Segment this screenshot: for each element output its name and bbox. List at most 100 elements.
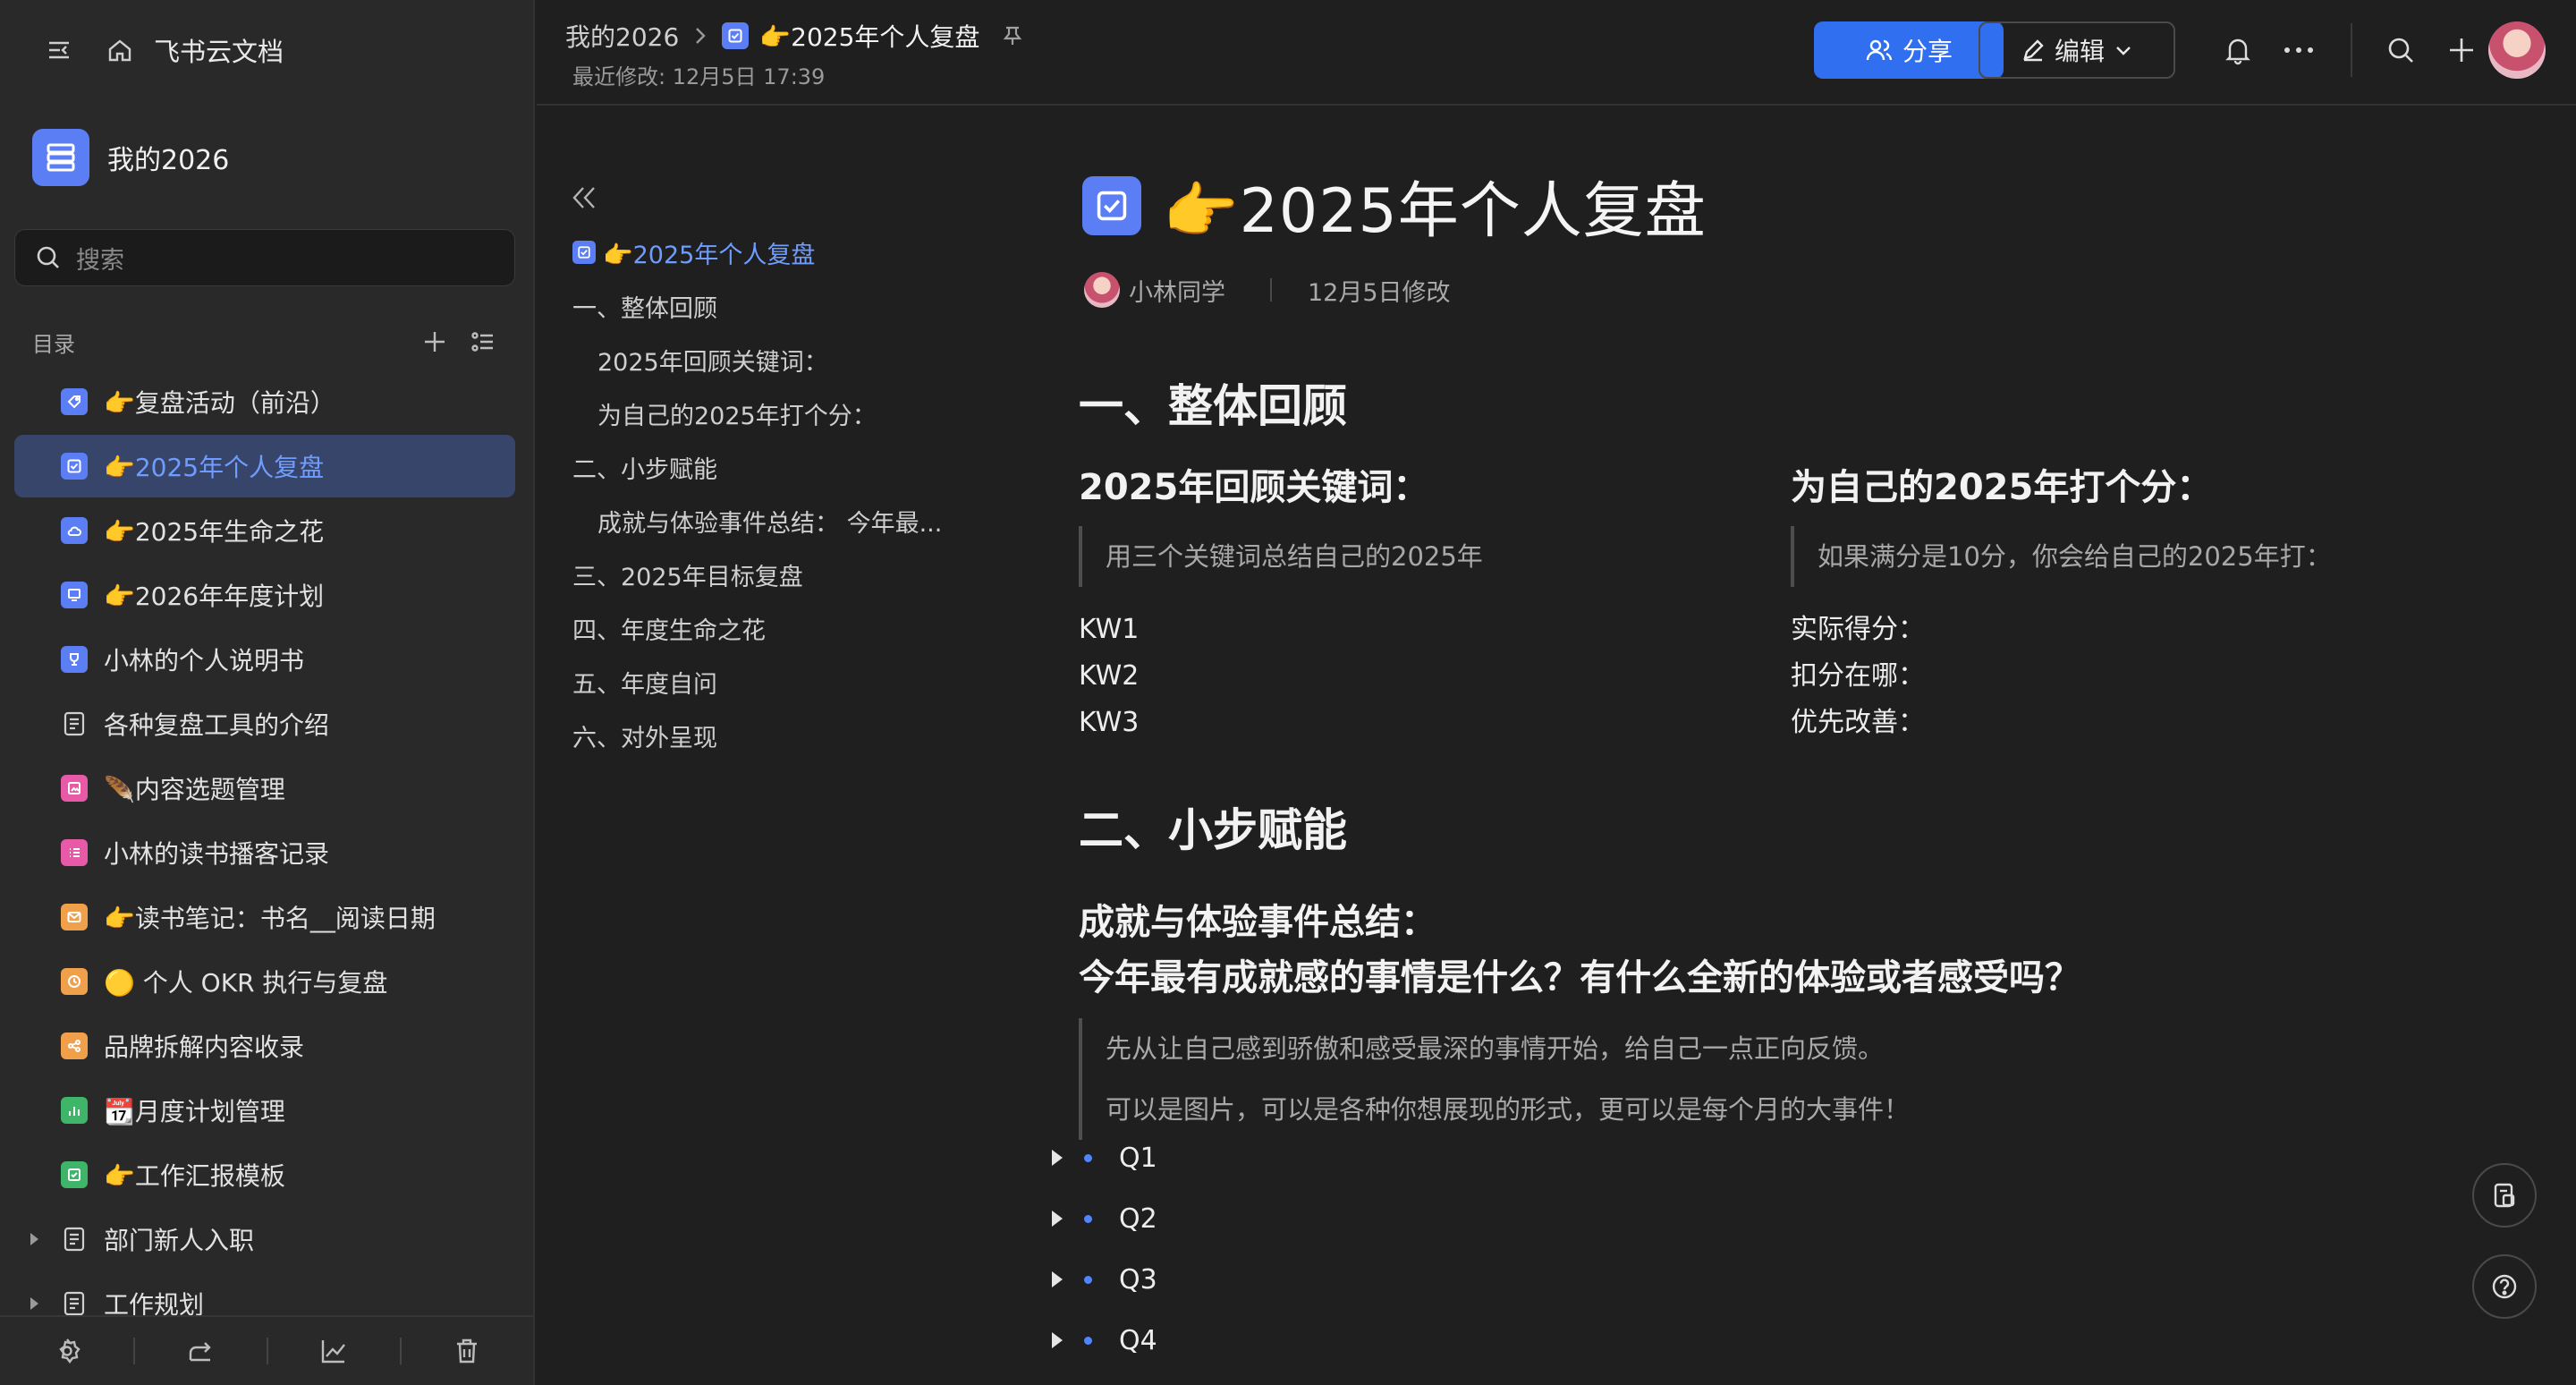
expand-triangle-icon[interactable] xyxy=(1052,1211,1063,1227)
page-title[interactable]: 👉2025年个人复盘 xyxy=(1163,161,1707,250)
more-icon[interactable] xyxy=(2277,29,2320,72)
search-placeholder: 搜索 xyxy=(76,246,124,275)
tree-item-reading-notes[interactable]: 👉读书笔记：书名__阅读日期 xyxy=(14,886,515,948)
analytics-icon[interactable] xyxy=(267,1316,400,1385)
settings-icon[interactable] xyxy=(0,1316,133,1385)
toc-label: 目录 xyxy=(32,331,75,357)
tree-item-2026-plan[interactable]: 👉2026年年度计划 xyxy=(14,564,515,626)
chevron-right-icon xyxy=(693,26,708,46)
achievement-hint-quote[interactable]: 先从让自己感到骄傲和感受最深的事情开始，给自己一点正向反馈。 可以是图片，可以是… xyxy=(1079,1018,2152,1140)
author-avatar[interactable] xyxy=(1084,272,1120,308)
help-icon[interactable] xyxy=(2472,1254,2537,1319)
expand-arrow-icon[interactable] xyxy=(30,1297,38,1310)
tree-item-work-report[interactable]: 👉工作汇报模板 xyxy=(14,1143,515,1206)
home-icon[interactable] xyxy=(100,30,140,70)
tree-item-label: 小林的读书播客记录 xyxy=(104,839,330,869)
breadcrumb-root[interactable]: 我的2026 xyxy=(565,18,679,54)
expand-triangle-icon[interactable] xyxy=(1052,1332,1063,1348)
tree-item-review-tools[interactable]: 各种复盘工具的介绍 xyxy=(14,692,515,755)
tree-item-label: 部门新人入职 xyxy=(104,1226,255,1255)
outline-item-achievements[interactable]: 成就与体验事件总结： 今年最... xyxy=(572,494,942,548)
score-line: 优先改善： xyxy=(1791,707,1925,738)
tree-item-content-topics[interactable]: 🪶内容选题管理 xyxy=(14,757,515,820)
tree-item-2025-review[interactable]: 👉2025年个人复盘 xyxy=(14,435,515,497)
outline-list: 👉2025年个人复盘 一、整体回顾 2025年回顾关键词： 为自己的2025年打… xyxy=(572,225,942,762)
outline-item-score[interactable]: 为自己的2025年打个分： xyxy=(572,387,942,440)
tree-item-okr[interactable]: 🟡 个人 OKR 执行与复盘 xyxy=(14,950,515,1013)
share-button[interactable]: 分享 xyxy=(1814,21,2004,79)
tree-item-flower-of-life[interactable]: 👉2025年生命之花 xyxy=(14,499,515,562)
heading-achievements[interactable]: 成就与体验事件总结： 今年最有成就感的事情是什么？有什么全新的体验或者感受吗？ xyxy=(1079,895,2080,1006)
toolbar-divider xyxy=(2351,23,2352,77)
tree-item-work-planning[interactable]: 工作规划 xyxy=(14,1272,515,1315)
image-board-icon xyxy=(61,775,88,802)
score-hint: 如果满分是10分，你会给自己的2025年打： xyxy=(1818,541,2332,572)
heading-small-steps[interactable]: 二、小步赋能 xyxy=(1079,794,1347,859)
outline-item-goal-review[interactable]: 三、2025年目标复盘 xyxy=(572,548,942,601)
outline-item-self-questions[interactable]: 五、年度自问 xyxy=(572,655,942,709)
collapse-outline-icon[interactable] xyxy=(569,184,599,211)
outline-item-overall-review[interactable]: 一、整体回顾 xyxy=(572,279,942,333)
outline-item-label: 为自己的2025年打个分： xyxy=(597,402,877,430)
collapse-sidebar-icon[interactable] xyxy=(39,30,79,70)
score-line: 扣分在哪： xyxy=(1791,660,1925,692)
tree-item-reading-podcast[interactable]: 小林的读书播客记录 xyxy=(14,821,515,884)
list-view-icon[interactable] xyxy=(465,324,501,360)
score-hint-quote[interactable]: 如果满分是10分，你会给自己的2025年打： xyxy=(1791,526,2453,587)
user-avatar[interactable] xyxy=(2488,21,2546,79)
outline-item-small-steps[interactable]: 二、小步赋能 xyxy=(572,440,942,494)
breadcrumb-current[interactable]: 👉2025年个人复盘 xyxy=(759,18,979,54)
keywords-hint-quote[interactable]: 用三个关键词总结自己的2025年 xyxy=(1079,526,1758,587)
quarter-item-q1[interactable]: Q1 xyxy=(1052,1127,1157,1188)
monitor-icon xyxy=(61,582,88,608)
outline-item-title[interactable]: 👉2025年个人复盘 xyxy=(572,225,942,279)
search-input[interactable]: 搜索 xyxy=(14,229,515,286)
bullet-dot xyxy=(1084,1214,1092,1223)
doc-meta: 小林同学 12月5日修改 xyxy=(1084,272,1451,308)
keywords-list[interactable]: KW1 KW2 KW3 xyxy=(1079,607,1139,746)
quarter-item-q4[interactable]: Q4 xyxy=(1052,1310,1157,1371)
tree-item-onboarding[interactable]: 部门新人入职 xyxy=(14,1208,515,1270)
expand-triangle-icon[interactable] xyxy=(1052,1150,1063,1166)
heading-keywords[interactable]: 2025年回顾关键词： xyxy=(1079,460,1428,515)
expand-triangle-icon[interactable] xyxy=(1052,1271,1063,1287)
tree-item-review-activity[interactable]: 👉复盘活动（前沿） xyxy=(14,370,515,433)
cloud-icon xyxy=(61,517,88,544)
checkbox-icon[interactable] xyxy=(1082,175,1141,235)
mail-icon xyxy=(61,904,88,930)
search-icon[interactable] xyxy=(2379,29,2422,72)
add-page-icon[interactable] xyxy=(417,324,453,360)
keyword-item: KW3 xyxy=(1079,707,1140,738)
expand-arrow-icon[interactable] xyxy=(30,1233,38,1245)
tree-item-monthly-plan[interactable]: 📆月度计划管理 xyxy=(14,1079,515,1142)
achievement-title-line2: 今年最有成就感的事情是什么？有什么全新的体验或者感受吗？ xyxy=(1079,957,2080,998)
score-list[interactable]: 实际得分： 扣分在哪： 优先改善： xyxy=(1791,607,1925,746)
doc-info-icon[interactable] xyxy=(2472,1163,2537,1228)
app-name[interactable]: 飞书云文档 xyxy=(154,31,284,69)
heading-overall-review[interactable]: 一、整体回顾 xyxy=(1079,370,1347,435)
tree-item-label: 👉2025年个人复盘 xyxy=(104,453,325,482)
trash-icon[interactable] xyxy=(400,1316,533,1385)
author-name[interactable]: 小林同学 xyxy=(1129,273,1225,308)
outline-item-flower-of-life[interactable]: 四、年度生命之花 xyxy=(572,601,942,655)
bell-icon[interactable] xyxy=(2216,29,2259,72)
outline-item-presentation[interactable]: 六、对外呈现 xyxy=(572,709,942,762)
quarter-label: Q2 xyxy=(1119,1202,1157,1235)
outline-item-keywords[interactable]: 2025年回顾关键词： xyxy=(572,333,942,387)
document-body: 👉2025年个人复盘 小林同学 12月5日修改 一、整体回顾 2025年回顾关键… xyxy=(1052,107,2456,1385)
edit-button[interactable]: 编辑 xyxy=(1979,21,2175,79)
workspace-header[interactable]: 我的2026 xyxy=(32,129,229,186)
keyword-item: KW1 xyxy=(1079,614,1140,645)
pin-icon[interactable] xyxy=(1001,24,1024,47)
quarter-item-q3[interactable]: Q3 xyxy=(1052,1249,1157,1310)
quarter-list: Q1 Q2 Q3 Q4 xyxy=(1052,1127,1157,1371)
tree-item-personal-manual[interactable]: 小林的个人说明书 xyxy=(14,628,515,691)
tree-item-brand-analysis[interactable]: 品牌拆解内容收录 xyxy=(14,1015,515,1077)
plus-icon[interactable] xyxy=(2440,29,2483,72)
tree-item-label: 📆月度计划管理 xyxy=(104,1097,285,1126)
quarter-item-q2[interactable]: Q2 xyxy=(1052,1188,1157,1249)
heading-score[interactable]: 为自己的2025年打个分： xyxy=(1791,460,2212,515)
breadcrumb-doc-icon xyxy=(722,22,750,49)
tree-item-label: 各种复盘工具的介绍 xyxy=(104,710,330,740)
share-out-icon[interactable] xyxy=(133,1316,267,1385)
